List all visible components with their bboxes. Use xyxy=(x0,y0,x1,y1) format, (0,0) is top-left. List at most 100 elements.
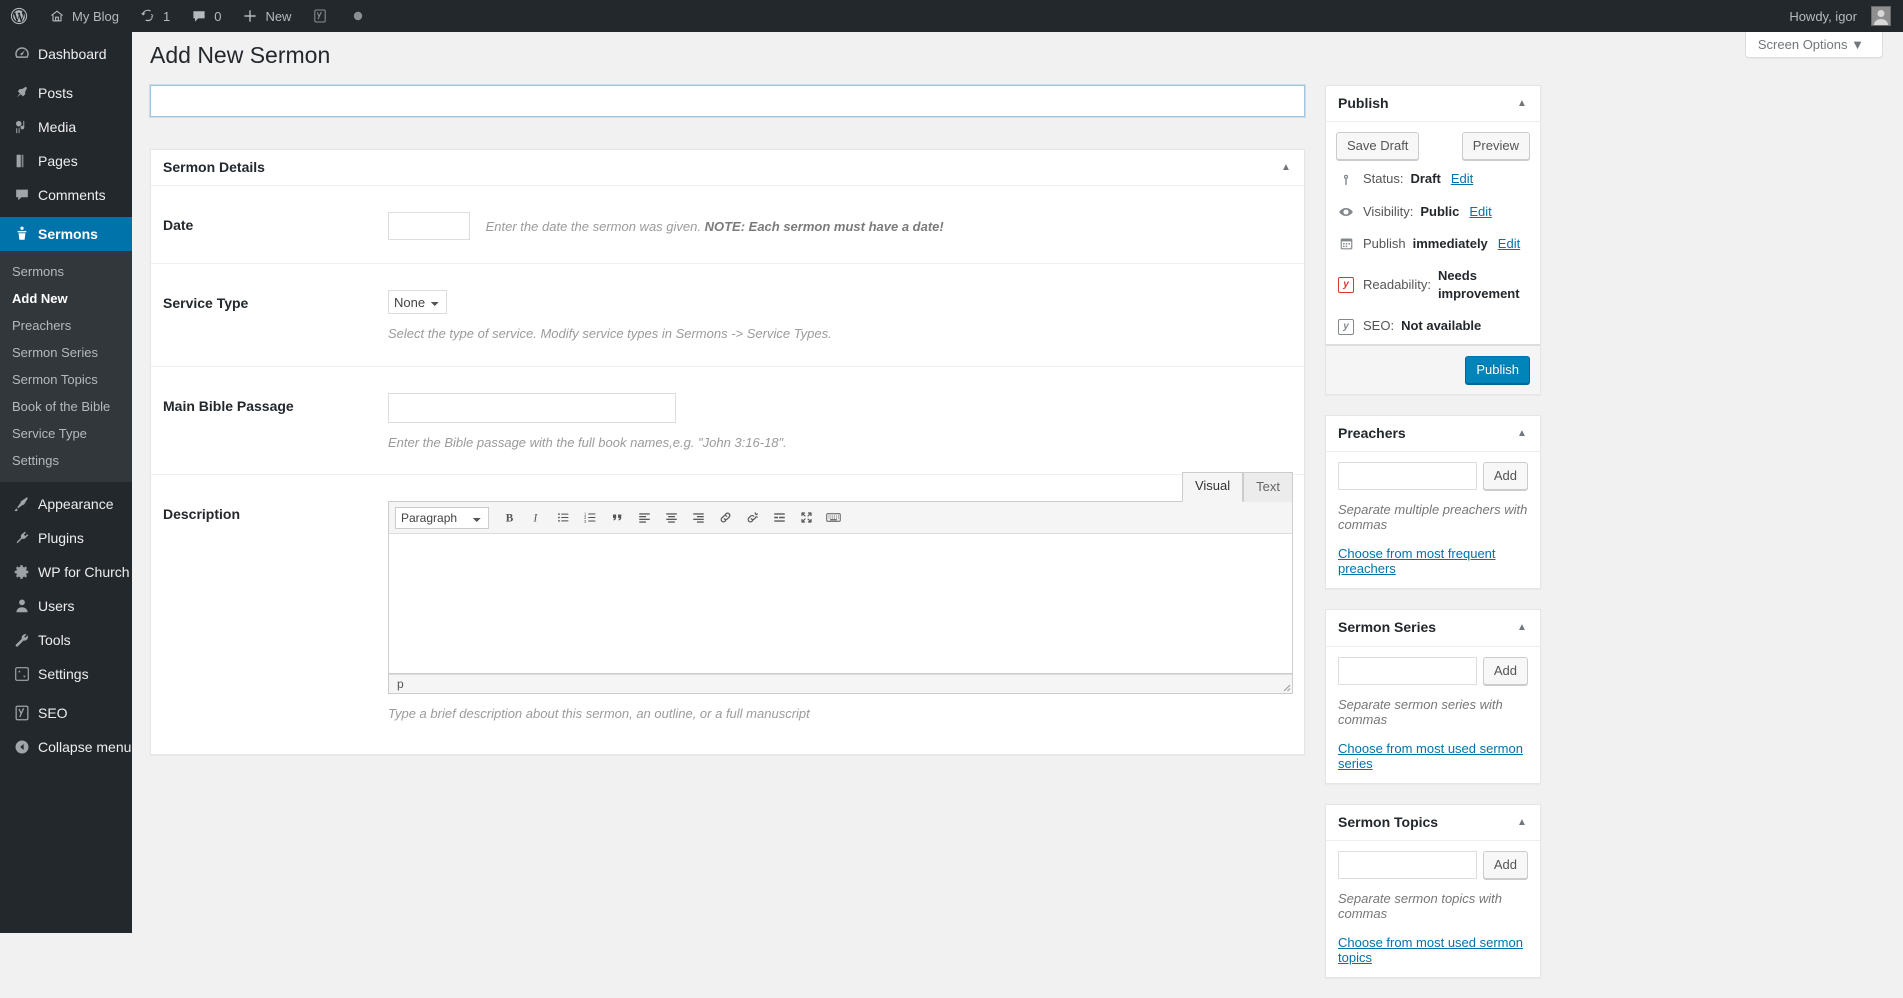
bulleted-list-icon[interactable] xyxy=(551,506,576,530)
preachers-metabox: ▲ Preachers Add Separate multiple preach… xyxy=(1325,414,1541,590)
comments-count: 0 xyxy=(214,8,222,24)
service-type-label: Service Type xyxy=(163,295,249,312)
sermon-date-input[interactable] xyxy=(388,212,470,241)
submenu-item-preachers[interactable]: Preachers xyxy=(0,312,132,339)
sidebar-item-users[interactable]: Users xyxy=(0,589,132,623)
edit-status-link[interactable]: Edit xyxy=(1451,170,1473,188)
collapse-menu-button[interactable]: Collapse menu xyxy=(0,730,132,764)
post-sidebar: ▲ Publish Save Draft Preview Status: Dra… xyxy=(1325,75,1541,998)
sidebar-item-comments[interactable]: Comments xyxy=(0,178,132,212)
editor-resize-handle[interactable] xyxy=(1279,680,1291,692)
preachers-input[interactable] xyxy=(1338,462,1477,491)
edit-timestamp-link[interactable]: Edit xyxy=(1498,235,1520,253)
sidebar-item-label: Comments xyxy=(38,187,106,203)
title-wrapper xyxy=(150,84,1305,117)
wp-logo-menu[interactable] xyxy=(0,0,38,32)
service-type-description: Select the type of service. Modify servi… xyxy=(388,326,832,342)
date-description-normal: Enter the date the sermon was given. xyxy=(485,218,705,234)
sermon-series-input[interactable] xyxy=(1338,656,1477,685)
align-right-icon[interactable] xyxy=(686,506,711,530)
svg-text:B: B xyxy=(506,513,514,525)
adminbar-dot-menu[interactable] xyxy=(339,0,377,32)
collapse-icon xyxy=(8,738,36,756)
sidebar-item-seo[interactable]: SEO xyxy=(0,696,132,730)
sidebar-item-posts[interactable]: Posts xyxy=(0,76,132,110)
publish-button[interactable]: Publish xyxy=(1465,355,1530,384)
toggle-sermon-details-button[interactable]: ▲ xyxy=(1268,150,1304,186)
chevron-up-icon: ▲ xyxy=(1517,97,1527,109)
site-name-menu[interactable]: My Blog xyxy=(38,0,129,32)
sermon-series-cloud-link[interactable]: Choose from most used sermon series xyxy=(1338,741,1528,771)
submenu-item-sermon-topics[interactable]: Sermon Topics xyxy=(0,366,132,393)
paragraph-format-select[interactable]: Paragraph xyxy=(395,506,489,529)
sidebar-item-wp-for-church[interactable]: WP for Church xyxy=(0,555,132,589)
add-sermon-series-button[interactable]: Add xyxy=(1482,656,1528,685)
toggle-preachers-button[interactable]: ▲ xyxy=(1504,416,1540,452)
sermon-topics-input[interactable] xyxy=(1338,851,1477,880)
tab-visual[interactable]: Visual xyxy=(1181,472,1244,502)
preachers-box-body: Add Separate multiple preachers with com… xyxy=(1326,452,1540,588)
site-name-label: My Blog xyxy=(72,8,119,24)
align-center-icon[interactable] xyxy=(659,506,684,530)
updates-menu[interactable]: 1 xyxy=(129,0,180,32)
sidebar-item-sermons[interactable]: Sermons xyxy=(0,217,140,251)
post-title-input[interactable] xyxy=(150,84,1305,117)
sermon-series-box-body: Add Separate sermon series with commas C… xyxy=(1326,647,1540,783)
editor-content-area[interactable] xyxy=(388,534,1293,675)
submenu-item-add-new[interactable]: Add New xyxy=(0,285,132,312)
date-field-cell: Enter the date the sermon was given. NOT… xyxy=(388,212,1292,241)
submenu-item-service-type[interactable]: Service Type xyxy=(0,420,132,447)
editor-element-path[interactable]: p xyxy=(397,677,404,691)
blockquote-icon[interactable] xyxy=(605,506,630,530)
submenu-item-settings[interactable]: Settings xyxy=(0,447,132,474)
service-type-select[interactable]: None xyxy=(388,290,447,315)
bold-icon[interactable]: B xyxy=(497,506,522,530)
add-sermon-topic-button[interactable]: Add xyxy=(1482,851,1528,880)
italic-icon[interactable]: I xyxy=(524,506,549,530)
submenu-item-sermon-series[interactable]: Sermon Series xyxy=(0,339,132,366)
align-left-icon[interactable] xyxy=(632,506,657,530)
save-draft-button[interactable]: Save Draft xyxy=(1336,132,1420,161)
comments-menu[interactable]: 0 xyxy=(180,0,231,32)
sidebar-item-appearance[interactable]: Appearance xyxy=(0,487,132,521)
toggle-sermon-series-button[interactable]: ▲ xyxy=(1504,610,1540,646)
field-row-bible-passage: Main Bible Passage Enter the Bible passa… xyxy=(151,367,1304,476)
screen-options-button[interactable]: Screen Options ▼ xyxy=(1744,32,1883,58)
sidebar-item-pages[interactable]: Pages xyxy=(0,144,132,178)
sermon-topics-cloud-link[interactable]: Choose from most used sermon topics xyxy=(1338,935,1528,965)
yoast-seo-menu[interactable] xyxy=(301,0,339,32)
sidebar-item-tools[interactable]: Tools xyxy=(0,623,132,657)
description-hint: Type a brief description about this serm… xyxy=(388,706,810,722)
sidebar-item-media[interactable]: Media xyxy=(0,110,132,144)
yoast-readability-icon: y xyxy=(1336,277,1356,294)
link-icon[interactable] xyxy=(713,506,738,530)
numbered-list-icon[interactable]: 1 2 3 xyxy=(578,506,603,530)
sidebar-item-label: Settings xyxy=(38,666,89,682)
add-preacher-button[interactable]: Add xyxy=(1482,462,1528,491)
tab-text[interactable]: Text xyxy=(1243,472,1293,502)
sidebar-item-settings[interactable]: Settings xyxy=(0,657,132,691)
seo-row: y SEO: Not available xyxy=(1326,311,1540,343)
toggle-publish-button[interactable]: ▲ xyxy=(1504,86,1540,122)
keyboard-shortcuts-icon[interactable] xyxy=(821,506,846,530)
sidebar-item-plugins[interactable]: Plugins xyxy=(0,521,132,555)
fullscreen-icon[interactable] xyxy=(794,506,819,530)
content-area: Screen Options ▼ Add New Sermon ▲ Sermon… xyxy=(132,32,1903,979)
toggle-sermon-topics-button[interactable]: ▲ xyxy=(1504,805,1540,841)
sermon-details-metabox: ▲ Sermon Details Date Enter the date the… xyxy=(150,148,1305,755)
unlink-icon[interactable] xyxy=(740,506,765,530)
submenu-item-sermons[interactable]: Sermons xyxy=(0,258,132,285)
editor-toolbar: Paragraph B I 1 2 3 xyxy=(388,501,1293,535)
submenu-item-book-of-the-bible[interactable]: Book of the Bible xyxy=(0,393,132,420)
user-icon xyxy=(8,597,36,615)
preview-button[interactable]: Preview xyxy=(1461,132,1530,161)
new-content-menu[interactable]: New xyxy=(231,0,301,32)
sidebar-item-label: Media xyxy=(38,119,77,135)
read-more-icon[interactable] xyxy=(767,506,792,530)
sidebar-item-dashboard[interactable]: Dashboard xyxy=(0,37,132,71)
my-account-menu[interactable]: Howdy, igor xyxy=(1779,0,1891,32)
yoast-seo-icon xyxy=(311,7,329,25)
edit-visibility-link[interactable]: Edit xyxy=(1469,203,1491,221)
preachers-cloud-link[interactable]: Choose from most frequent preachers xyxy=(1338,546,1528,576)
bible-passage-input[interactable] xyxy=(388,392,676,423)
